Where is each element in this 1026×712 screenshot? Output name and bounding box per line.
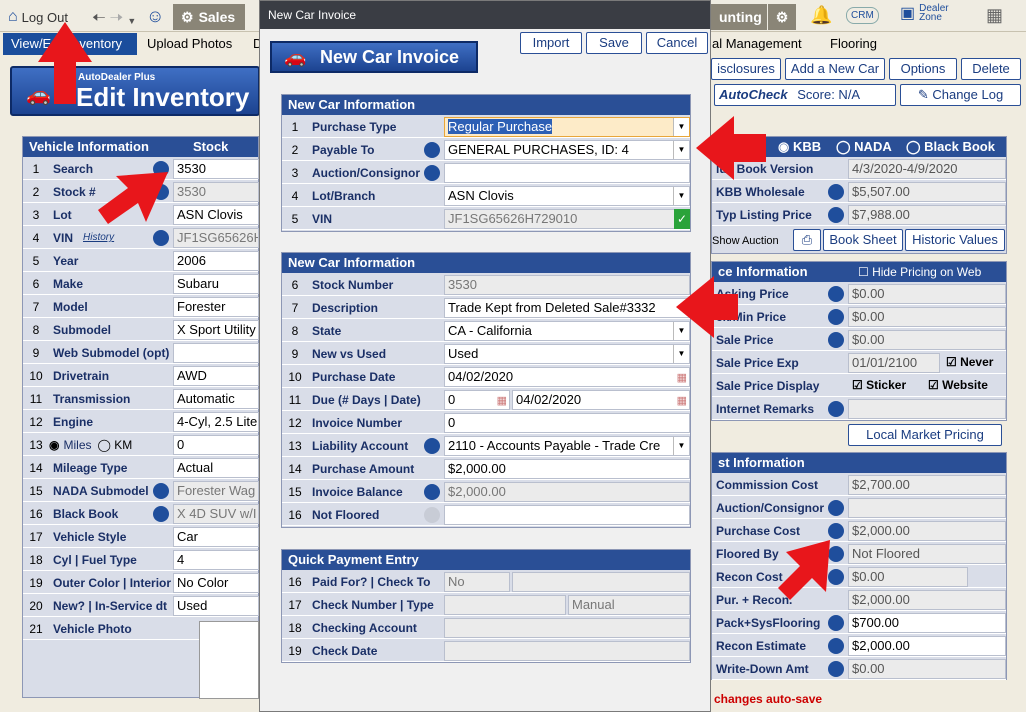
arrow-purchase-cost <box>778 540 830 600</box>
arrow-search <box>98 172 168 224</box>
arrow-menu <box>38 22 92 104</box>
arrow-payable <box>696 116 766 180</box>
arrow-description <box>676 276 738 338</box>
annotation-arrows <box>38 22 830 600</box>
